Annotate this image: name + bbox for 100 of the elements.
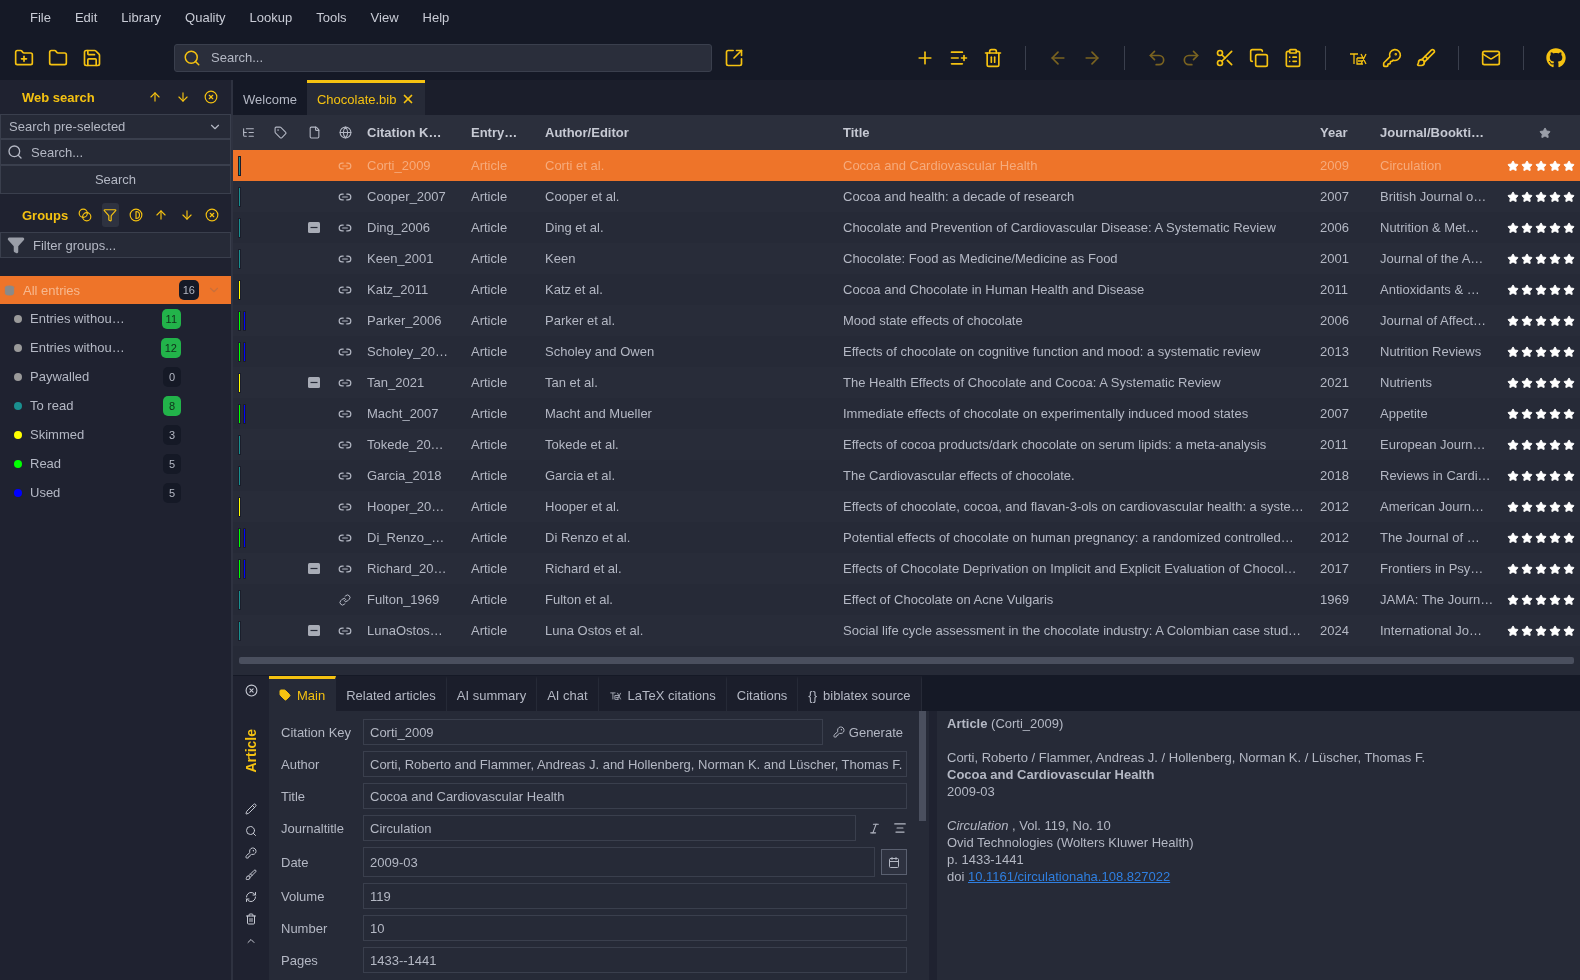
star-icon[interactable] (1507, 593, 1519, 606)
star-icon[interactable] (1563, 624, 1575, 637)
star-icon[interactable] (1521, 438, 1533, 451)
star-icon[interactable] (1535, 531, 1547, 544)
group-item[interactable]: Entries withou… 11 (0, 304, 231, 333)
star-icon[interactable] (1563, 407, 1575, 420)
field-input[interactable]: Corti_2009 (363, 719, 823, 745)
doi-link[interactable]: 10.1161/circulationaha.108.827022 (968, 869, 1171, 884)
field-input[interactable]: Cocoa and Cardiovascular Health (363, 783, 907, 809)
menu-item[interactable]: Quality (175, 6, 236, 29)
menu-item[interactable]: Edit (64, 6, 108, 29)
menu-item[interactable]: Library (111, 6, 172, 29)
star-icon[interactable] (1521, 252, 1533, 265)
star-icon[interactable] (1535, 159, 1547, 172)
star-icon[interactable] (1535, 500, 1547, 513)
star-icon[interactable] (1507, 531, 1519, 544)
field-input[interactable]: 10 (363, 915, 907, 941)
toolbar-button[interactable] (1544, 45, 1568, 70)
generate-button[interactable]: Generate (828, 724, 907, 740)
group-item[interactable]: Paywalled 0 (0, 362, 231, 391)
search-icon[interactable] (245, 824, 257, 837)
filter-groups-box[interactable]: Filter groups... (0, 232, 231, 258)
star-icon[interactable] (1521, 283, 1533, 296)
group-item[interactable]: To read 8 (0, 391, 231, 420)
column-header[interactable]: Author/Editor (537, 125, 835, 140)
field-input[interactable]: 2009-03 (363, 847, 875, 877)
web-search-box[interactable]: Search... (0, 139, 231, 165)
field-input[interactable]: Circulation (363, 815, 856, 841)
star-icon[interactable] (1549, 190, 1561, 203)
fetcher-dropdown[interactable]: Search pre-selected (0, 114, 231, 139)
star-icon[interactable] (1549, 500, 1561, 513)
star-icon[interactable] (1521, 624, 1533, 637)
star-icon[interactable] (1521, 314, 1533, 327)
star-icon[interactable] (1549, 438, 1561, 451)
library-tab[interactable]: Chocolate.bib (306, 80, 426, 115)
column-header[interactable]: Citation K… (359, 125, 463, 140)
editor-tab[interactable]: Related articles (336, 676, 447, 711)
star-icon[interactable] (1507, 159, 1519, 172)
vertical-scrollbar[interactable] (919, 711, 926, 821)
star-icon[interactable] (1507, 314, 1519, 327)
menu-item[interactable]: Lookup (239, 6, 303, 29)
column-header[interactable]: Journal/Bookti… (1372, 125, 1502, 140)
star-icon[interactable] (1549, 314, 1561, 327)
filter-groups-field[interactable]: Filter groups... (31, 233, 224, 257)
editor-tab[interactable]: AI chat (537, 676, 599, 711)
star-icon[interactable] (1563, 252, 1575, 265)
close-icon[interactable] (244, 684, 258, 697)
star-icon[interactable] (1535, 190, 1547, 203)
calendar-button[interactable] (881, 849, 907, 875)
star-icon[interactable] (1563, 531, 1575, 544)
star-icon[interactable] (1549, 283, 1561, 296)
star-icon[interactable] (1563, 314, 1575, 327)
star-icon[interactable] (1521, 345, 1533, 358)
group-tool-button[interactable] (101, 203, 120, 227)
editor-tab[interactable]: Citations (726, 676, 799, 711)
star-icon[interactable] (1521, 221, 1533, 234)
star-icon[interactable] (1507, 283, 1519, 296)
star-icon[interactable] (1563, 159, 1575, 172)
column-header[interactable]: Entry… (463, 125, 537, 140)
brush-icon[interactable] (245, 868, 257, 881)
star-icon[interactable] (1507, 252, 1519, 265)
star-icon[interactable] (1549, 593, 1561, 606)
star-icon[interactable] (1507, 562, 1519, 575)
star-icon[interactable] (1507, 190, 1519, 203)
align-icon[interactable] (893, 821, 907, 835)
star-icon[interactable] (1563, 283, 1575, 296)
star-icon[interactable] (1507, 221, 1519, 234)
group-item[interactable]: Skimmed 3 (0, 420, 231, 449)
star-icon[interactable] (1535, 562, 1547, 575)
star-icon[interactable] (1549, 624, 1561, 637)
menu-item[interactable]: View (360, 6, 409, 29)
web-search-field[interactable]: Search... (29, 140, 224, 164)
star-icon[interactable] (1549, 345, 1561, 358)
star-icon[interactable] (1549, 252, 1561, 265)
refresh-icon[interactable] (245, 890, 257, 903)
star-icon[interactable] (1521, 562, 1533, 575)
star-icon[interactable] (1535, 283, 1547, 296)
key-icon[interactable] (245, 846, 257, 859)
field-input[interactable]: Corti, Roberto and Flammer, Andreas J. and Hollenberg, Norman K. and Lüscher, Thomas F. (363, 751, 907, 777)
star-icon[interactable] (1549, 159, 1561, 172)
star-icon[interactable] (1535, 221, 1547, 234)
star-icon[interactable] (1535, 438, 1547, 451)
star-icon[interactable] (1549, 469, 1561, 482)
star-icon[interactable] (1549, 221, 1561, 234)
star-icon[interactable] (1507, 438, 1519, 451)
column-header[interactable]: Year (1312, 125, 1372, 140)
star-icon[interactable] (1563, 221, 1575, 234)
star-icon[interactable] (1563, 190, 1575, 203)
star-icon[interactable] (1507, 624, 1519, 637)
star-icon[interactable] (1563, 438, 1575, 451)
group-item[interactable]: Entries withou… 12 (0, 333, 231, 362)
field-input[interactable]: 1433--1441 (363, 947, 907, 973)
star-icon[interactable] (1507, 407, 1519, 420)
trash-icon[interactable] (245, 912, 257, 925)
star-icon[interactable] (1507, 345, 1519, 358)
star-icon[interactable] (1535, 314, 1547, 327)
star-icon[interactable] (1535, 376, 1547, 389)
star-icon[interactable] (1549, 376, 1561, 389)
star-icon[interactable] (1563, 500, 1575, 513)
menu-item[interactable]: Help (412, 6, 460, 29)
